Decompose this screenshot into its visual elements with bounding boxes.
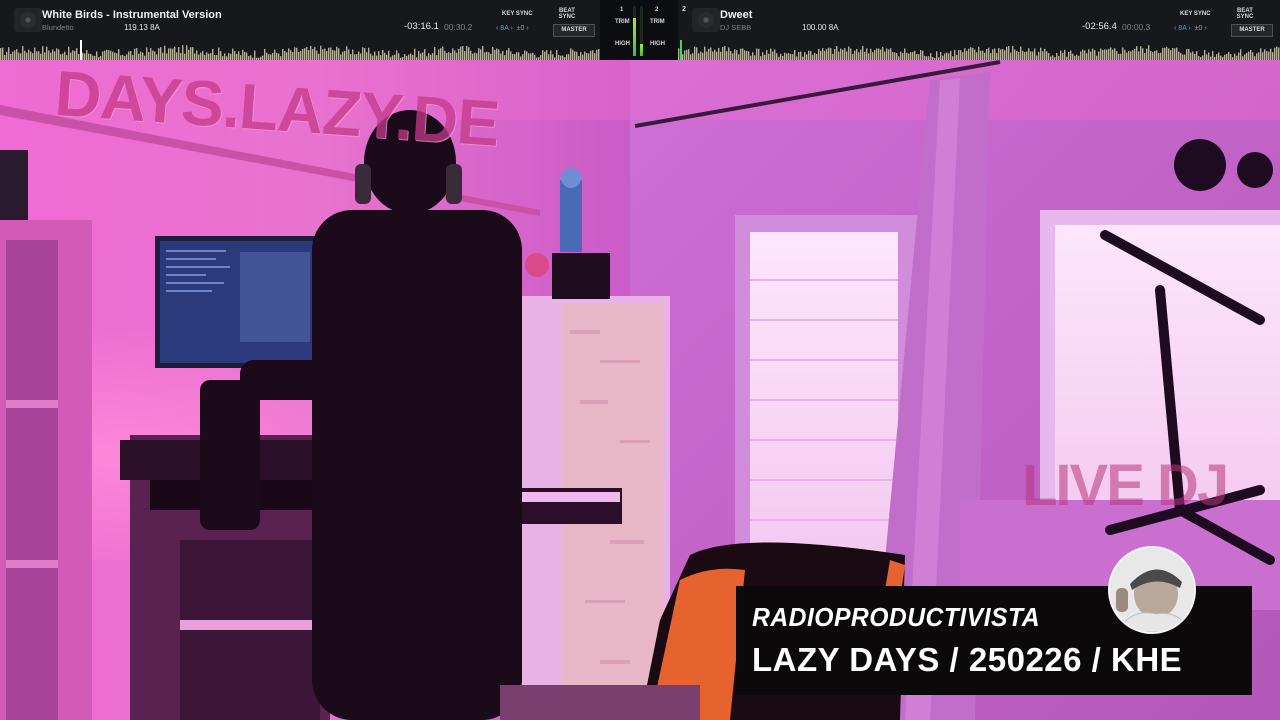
beat-sync-button-left[interactable]: BEAT SYNC xyxy=(557,8,577,20)
track-title-left: White Birds - Instrumental Version xyxy=(42,9,222,21)
key-offset-right: ±0 xyxy=(1194,25,1203,32)
track-artist-left: Blundetto xyxy=(42,23,74,32)
track-artwork-left xyxy=(14,8,42,32)
beat-sync-label-left: BEAT SYNC xyxy=(558,8,576,20)
chevron-right-icon[interactable]: › xyxy=(1188,25,1190,32)
vinyl-icon xyxy=(20,12,36,28)
master-button-right[interactable]: MASTER xyxy=(1231,24,1273,37)
bpm-key-right: 100.00 8A xyxy=(802,23,839,32)
key-control-left[interactable]: ‹ 8A › ±0 › xyxy=(496,25,529,32)
chevron-right-icon[interactable]: › xyxy=(526,25,528,32)
time-elapsed-left: 00:30.2 xyxy=(444,22,473,32)
high-label-1: HIGH xyxy=(615,41,630,47)
beat-sync-label-right: BEAT SYNC xyxy=(1236,8,1254,20)
time-remaining-right: -02:56.4 xyxy=(1082,21,1117,32)
chevron-left-icon[interactable]: ‹ xyxy=(496,25,498,32)
level-meter-2 xyxy=(640,6,643,56)
key-sync-label-right[interactable]: KEY SYNC xyxy=(1180,11,1211,17)
avatar-portrait-icon xyxy=(1110,548,1194,632)
beat-sync-button-right[interactable]: BEAT SYNC xyxy=(1235,8,1255,20)
time-remaining-left: -03:16.1 xyxy=(404,21,439,32)
key-offset-left: ±0 xyxy=(516,25,525,32)
chevron-right-icon[interactable]: › xyxy=(1204,25,1206,32)
mixer-strip: 1 2 TRIM TRIM HIGH HIGH xyxy=(600,0,678,60)
key-control-right[interactable]: ‹ 8A › ±0 › xyxy=(1174,25,1207,32)
dj-top-bar: White Birds - Instrumental Version Blund… xyxy=(0,0,1280,60)
host-avatar xyxy=(1108,546,1196,634)
time-elapsed-right: 00:00.3 xyxy=(1122,22,1151,32)
waveform-right[interactable] xyxy=(678,40,1280,60)
track-title-right: Dweet xyxy=(720,9,753,21)
chevron-left-icon[interactable]: ‹ xyxy=(1174,25,1176,32)
master-button-left[interactable]: MASTER xyxy=(553,24,595,37)
level-meter-1 xyxy=(633,6,636,56)
high-label-2: HIGH xyxy=(650,41,665,47)
brand-name: RADIOPRODUCTIVISTA xyxy=(752,602,1041,632)
waveform-left[interactable] xyxy=(0,40,600,60)
show-title: LAZY DAYS / 250226 / KHE xyxy=(752,641,1183,678)
vinyl-icon xyxy=(698,12,714,28)
chevron-right-icon[interactable]: › xyxy=(510,25,512,32)
deck-number-right: 2 xyxy=(682,6,686,13)
channel-1-number: 1 xyxy=(620,7,624,13)
track-artwork-right xyxy=(692,8,720,32)
trim-label-1: TRIM xyxy=(615,19,630,25)
key-value-right: 8A xyxy=(1178,25,1187,32)
channel-2-number: 2 xyxy=(655,7,659,13)
deck-right[interactable]: 2 Dweet DJ SEBB 100.00 8A -02:56.4 00:00… xyxy=(678,0,1280,60)
track-artist-right: DJ SEBB xyxy=(720,23,752,32)
trim-label-2: TRIM xyxy=(650,19,665,25)
key-sync-label-left[interactable]: KEY SYNC xyxy=(502,11,533,17)
bpm-key-left: 119.13 8A xyxy=(124,23,160,32)
window-lettering: LIVE DJ xyxy=(1022,453,1229,518)
deck-left[interactable]: White Birds - Instrumental Version Blund… xyxy=(0,0,600,60)
key-value-left: 8A xyxy=(500,25,509,32)
